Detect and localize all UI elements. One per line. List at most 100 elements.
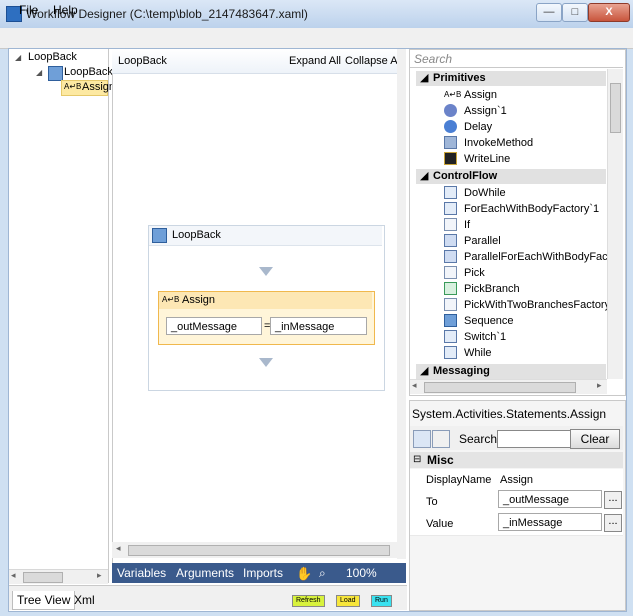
menu-help[interactable]: Help: [53, 3, 78, 17]
arguments-button[interactable]: Arguments: [176, 566, 234, 580]
ellipsis-button[interactable]: ...: [604, 491, 622, 509]
foreach-icon: [444, 202, 457, 215]
toolbox-item-label: Assign`1: [464, 105, 507, 117]
expand-icon[interactable]: ◢: [36, 68, 42, 77]
while-icon: [444, 346, 457, 359]
toolbox-item-label: Switch`1: [464, 331, 507, 343]
properties-search-input[interactable]: [497, 430, 571, 448]
menu-file[interactable]: File: [19, 3, 38, 17]
scroll-left-icon[interactable]: ◂: [11, 570, 16, 581]
assign-to-field[interactable]: _outMessage: [166, 317, 262, 335]
assign-icon: A↵B: [162, 295, 180, 304]
scroll-thumb[interactable]: [610, 83, 621, 133]
expand-all-link[interactable]: Expand All: [289, 55, 341, 67]
minimize-button[interactable]: —: [536, 3, 562, 22]
assign-title: Assign: [182, 294, 216, 306]
toolbox-search-input[interactable]: Search: [410, 50, 623, 68]
breadcrumb[interactable]: LoopBack: [118, 55, 167, 67]
collapse-icon[interactable]: ◢: [420, 169, 428, 184]
scroll-thumb[interactable]: [128, 545, 390, 556]
scroll-right-icon[interactable]: ▸: [597, 380, 602, 391]
parallel-icon: [444, 234, 457, 247]
sequence-title: LoopBack: [172, 229, 221, 241]
invoke-method-icon: [444, 136, 457, 149]
properties-search-label: Search:: [459, 432, 501, 446]
drop-target-icon[interactable]: [259, 267, 273, 276]
variables-button[interactable]: Variables: [117, 566, 166, 580]
collapse-icon[interactable]: ◢: [420, 364, 428, 379]
tree-horizontal-scrollbar[interactable]: ◂ ▸: [9, 569, 108, 584]
toolbox-item-label: DoWhile: [464, 187, 506, 199]
toolbox-category-primitives[interactable]: ◢ Primitives: [416, 71, 606, 86]
category-label: Primitives: [433, 72, 486, 84]
zoom-level[interactable]: 100%: [346, 566, 377, 580]
tree-node-leaf-label: Assign: [82, 81, 116, 93]
toolbox-item-label: Delay: [464, 121, 493, 133]
drop-target-icon[interactable]: [259, 358, 273, 367]
toolbox-item-label: While: [464, 347, 492, 359]
tab-xml[interactable]: Xml: [70, 591, 99, 609]
toolbox-item-label: InvokeMethod: [464, 137, 534, 149]
writeline-icon: [444, 152, 457, 165]
categorized-view-icon[interactable]: [413, 430, 431, 448]
toolbox-horizontal-scrollbar[interactable]: ◂ ▸: [410, 379, 607, 394]
designer-horizontal-scrollbar[interactable]: ◂: [112, 542, 397, 558]
tree-node-root[interactable]: LoopBack: [28, 51, 77, 63]
dowhile-icon: [444, 186, 457, 199]
toolbox-item-label: PickWithTwoBranchesFactory: [464, 299, 611, 311]
refresh-button[interactable]: Refresh: [292, 595, 325, 607]
toolbox-category-messaging[interactable]: ◢ Messaging: [416, 364, 606, 379]
designer-vertical-scrollbar[interactable]: [397, 49, 406, 559]
assign-icon: A↵B: [64, 82, 82, 91]
run-button[interactable]: Run: [371, 595, 392, 607]
imports-button[interactable]: Imports: [243, 566, 283, 580]
collapse-all-link[interactable]: Collapse All: [345, 55, 402, 67]
sequence-icon: [48, 66, 63, 81]
maximize-button[interactable]: □: [562, 3, 588, 22]
expand-icon[interactable]: ◢: [15, 53, 21, 62]
toolbox-item-label: ParallelForEachWithBodyFactor: [464, 251, 621, 263]
toolbox-item-label: PickBranch: [464, 283, 520, 295]
zoom-icon[interactable]: ⌕: [319, 566, 326, 581]
toolbox-item-label: Pick: [464, 267, 485, 279]
ellipsis-button[interactable]: ...: [604, 514, 622, 532]
scroll-thumb[interactable]: [23, 572, 63, 583]
scroll-left-icon[interactable]: ◂: [116, 543, 121, 554]
properties-category-misc[interactable]: ⊟ Misc: [410, 452, 623, 468]
scroll-right-icon[interactable]: ▸: [97, 570, 102, 581]
category-label: ControlFlow: [433, 170, 498, 182]
property-value-input[interactable]: _inMessage: [498, 513, 602, 531]
assign-value-field[interactable]: _inMessage: [270, 317, 367, 335]
pick-icon: [444, 298, 457, 311]
pick-icon: [444, 266, 457, 279]
pan-icon[interactable]: ✋: [296, 566, 312, 582]
property-row-displayname[interactable]: DisplayName Assign: [410, 469, 623, 492]
property-value[interactable]: Assign: [500, 474, 533, 486]
switch-icon: [444, 330, 457, 343]
collapse-icon[interactable]: ⊟: [413, 452, 421, 468]
close-button[interactable]: X: [588, 3, 630, 22]
scroll-left-icon[interactable]: ◂: [412, 380, 417, 391]
toolbox-category-controlflow[interactable]: ◢ ControlFlow: [416, 169, 606, 184]
menu-bar: [0, 28, 633, 49]
sequence-icon: [444, 314, 457, 327]
tab-tree-view[interactable]: Tree View: [12, 591, 76, 610]
gear-icon: [444, 104, 457, 117]
if-icon: [444, 218, 457, 231]
toolbox-vertical-scrollbar[interactable]: [607, 69, 623, 379]
toolbox-item-label: Sequence: [464, 315, 514, 327]
property-name: To: [426, 496, 438, 508]
properties-type-name: System.Activities.Statements.Assign: [412, 407, 607, 421]
tree-node-child[interactable]: LoopBack: [64, 66, 113, 78]
pick-branch-icon: [444, 282, 457, 295]
scroll-thumb[interactable]: [424, 382, 576, 393]
load-button[interactable]: Load: [336, 595, 360, 607]
clear-button[interactable]: Clear: [570, 429, 620, 449]
toolbox-item-label: WriteLine: [464, 153, 511, 165]
property-to-input[interactable]: _outMessage: [498, 490, 602, 508]
category-label: Misc: [427, 453, 454, 467]
sequence-icon: [152, 228, 167, 243]
alphabetical-sort-icon[interactable]: [432, 430, 450, 448]
tree-node-selected[interactable]: A↵B Assign: [61, 80, 115, 96]
collapse-icon[interactable]: ◢: [420, 71, 428, 86]
